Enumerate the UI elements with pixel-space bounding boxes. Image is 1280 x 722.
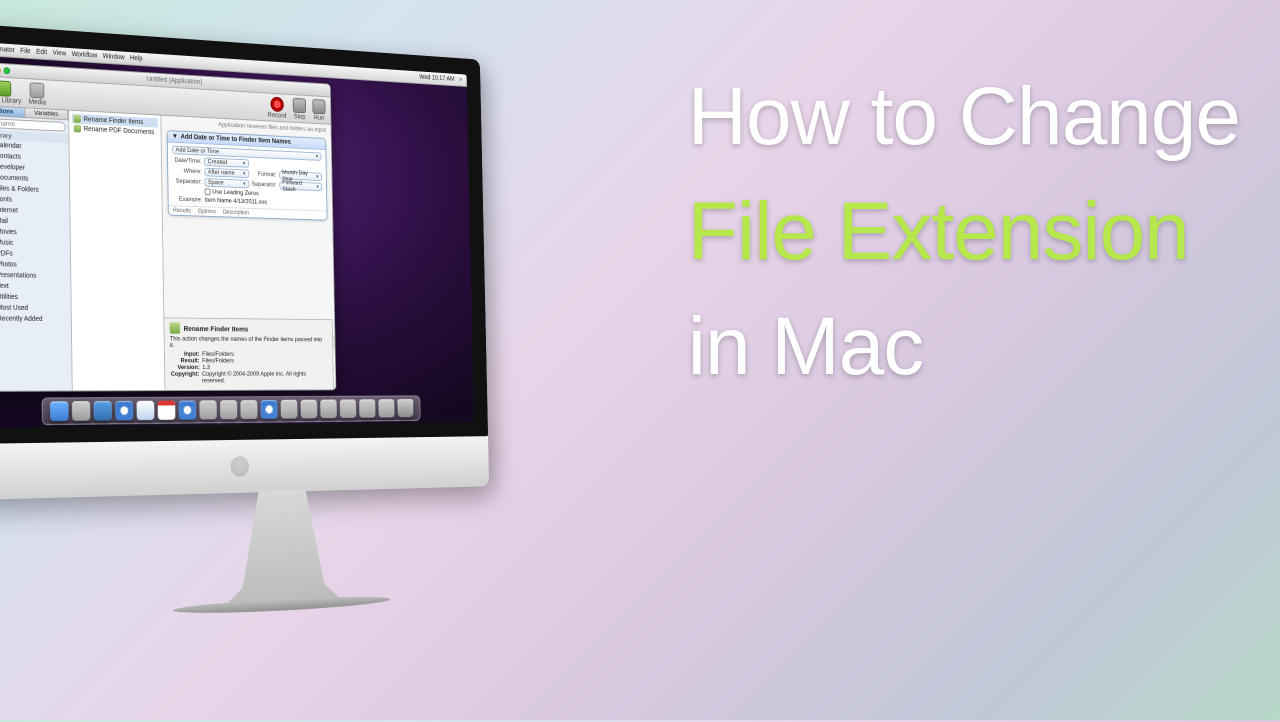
library-sidebar: Actions Variables ⌕ rename ▶ Library Cal… [0, 106, 73, 391]
imac-chin [0, 436, 489, 500]
window-traffic-lights[interactable] [0, 66, 10, 74]
minimize-icon[interactable] [0, 66, 1, 73]
imac-bezel: Automator File Edit View Workflow Window… [0, 23, 488, 450]
tab-actions[interactable]: Actions [0, 106, 25, 117]
headline-line-1: How to Change [688, 60, 1240, 175]
label-where: Where: [172, 167, 201, 175]
menubar-item[interactable]: View [53, 50, 67, 58]
description-blurb: This action changes the names of the Fin… [170, 336, 328, 350]
imac-mockup: Automator File Edit View Workflow Window… [0, 23, 568, 722]
workflow-action-rename[interactable]: ▼ Add Date or Time to Finder Item Names … [167, 130, 328, 221]
workflow-canvas[interactable]: Application receives files and folders a… [161, 116, 335, 390]
menubar-item[interactable]: Window [103, 53, 125, 61]
checkbox-icon[interactable] [205, 188, 211, 195]
library-icon [0, 80, 11, 97]
select-datetime[interactable]: Created [204, 157, 249, 167]
sidebar-item[interactable]: Utilities [0, 292, 71, 304]
sidebar-item[interactable]: Most Used [0, 302, 71, 314]
label-example: Example: [173, 196, 202, 204]
sidebar-item[interactable]: Recently Added [0, 313, 71, 325]
dock-reflection [26, 404, 434, 427]
menubar-app-name[interactable]: Automator [0, 45, 15, 54]
description-title: Rename Finder Items [170, 322, 328, 335]
imac-stand [223, 488, 342, 605]
menubar-clock[interactable]: Wed 10:17 AM [419, 74, 454, 83]
label-format: Format: [251, 171, 276, 179]
menubar-item[interactable]: File [20, 48, 30, 55]
mac-desktop: Automator File Edit View Workflow Window… [0, 42, 474, 428]
headline-line-2: File Extension [688, 175, 1240, 290]
select-separator-2[interactable]: Forward Slash [279, 181, 322, 191]
spotlight-icon[interactable]: ⌕ [459, 76, 462, 83]
window-body: Actions Variables ⌕ rename ▶ Library Cal… [0, 106, 336, 391]
action-icon [74, 124, 81, 132]
action-icon [74, 115, 81, 123]
menubar-item[interactable]: Workflow [72, 51, 98, 59]
stop-button[interactable]: Stop [293, 97, 307, 120]
tab-variables[interactable]: Variables [25, 108, 68, 119]
menubar-item[interactable]: Help [130, 55, 143, 62]
headline-line-3: in Mac [688, 290, 1240, 405]
hide-library-button[interactable]: Hide Library [0, 79, 21, 104]
media-button[interactable]: Media [28, 82, 46, 106]
search-value: rename [0, 120, 15, 128]
stop-icon [293, 97, 306, 112]
run-button[interactable]: Run [312, 99, 325, 122]
label-datetime: Date/Time: [172, 157, 201, 165]
record-icon [270, 96, 283, 112]
automator-action-icon [170, 322, 181, 334]
headline: How to Change File Extension in Mac [688, 60, 1240, 404]
label-separator-2: Separator: [251, 181, 276, 189]
select-where[interactable]: After name [204, 168, 249, 178]
zoom-icon[interactable] [4, 67, 11, 74]
action-description-tab[interactable]: Description [223, 209, 249, 216]
record-button[interactable]: Record [267, 96, 286, 119]
select-separator-1[interactable]: Space [204, 178, 249, 188]
search-input[interactable]: ⌕ rename [0, 118, 66, 132]
menubar-item[interactable]: Edit [36, 49, 47, 57]
action-options-tab[interactable]: Options [198, 208, 216, 215]
action-body: Add Date or Time Date/Time: Created Wher… [168, 142, 327, 210]
automator-window: Untitled (Application) Hide Library Medi… [0, 62, 336, 392]
action-results-tab[interactable]: Results [173, 207, 191, 214]
label-separator: Separator: [173, 178, 202, 186]
run-icon [312, 99, 325, 114]
actions-results: Rename Finder Items Rename PDF Documents [69, 111, 165, 391]
action-description-panel: Rename Finder Items This action changes … [164, 317, 334, 390]
media-icon [30, 82, 45, 98]
disclosure-icon[interactable]: ▼ [172, 133, 178, 140]
